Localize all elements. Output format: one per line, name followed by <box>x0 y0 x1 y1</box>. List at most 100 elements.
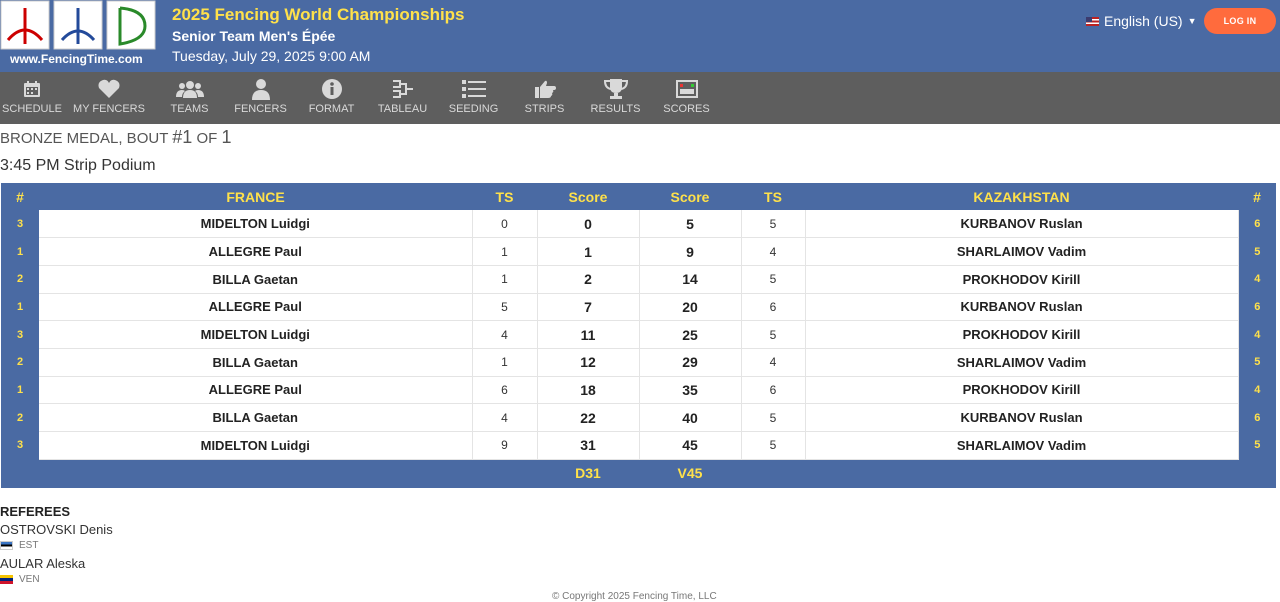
right-fencer-number: 5 <box>1254 245 1261 258</box>
scoreboard-icon <box>675 78 699 100</box>
left-touches: 6 <box>472 376 538 405</box>
left-touches: 9 <box>472 431 538 460</box>
right-fencer-name[interactable]: KURBANOV Ruslan <box>805 210 1239 239</box>
left-fencer-number: 3 <box>16 439 24 452</box>
right-touches: 5 <box>741 320 806 349</box>
event-title: 2025 Fencing World Championships <box>172 5 465 24</box>
copyright: © Copyright 2025 Fencing Time, LLC <box>552 591 717 602</box>
table-row: 3 MIDELTON Luidgi 9 31 45 5 SHARLAIMOV Vadim 5 <box>1 431 1276 460</box>
left-score: 0 <box>537 210 640 239</box>
referee-country: VEN <box>0 574 40 585</box>
right-fencer-number: 6 <box>1254 300 1261 313</box>
venezuela-flag-icon <box>0 575 13 584</box>
nav-tableau[interactable]: Tableau <box>367 72 438 124</box>
left-score: 18 <box>537 376 640 405</box>
right-fencer-name[interactable]: SHARLAIMOV Vadim <box>805 237 1239 266</box>
info-icon <box>321 78 343 100</box>
left-fencer-number: 3 <box>16 217 24 230</box>
right-touches: 4 <box>741 348 806 377</box>
header-score-left: Score <box>568 188 608 205</box>
list-icon <box>461 78 486 100</box>
chevron-down-icon: ▼ <box>1187 16 1197 26</box>
right-fencer-name[interactable]: PROKHODOV Kirill <box>805 376 1239 405</box>
left-fencer-name[interactable]: MIDELTON Luidgi <box>39 431 473 460</box>
left-score: 12 <box>537 348 640 377</box>
pointing-hand-icon <box>533 78 557 100</box>
right-fencer-number: 4 <box>1254 273 1261 286</box>
right-score: 29 <box>639 348 742 377</box>
table-row: 2 BILLA Gaetan 4 22 40 5 KURBANOV Ruslan 6 <box>1 403 1276 432</box>
left-fencer-name[interactable]: ALLEGRE Paul <box>39 293 473 322</box>
header-ts-right: TS <box>764 188 782 205</box>
right-fencer-name[interactable]: KURBANOV Ruslan <box>805 293 1239 322</box>
right-score: 35 <box>639 376 742 405</box>
referees-heading: REFEREES <box>0 504 71 519</box>
right-fencer-name[interactable]: PROKHODOV Kirill <box>805 320 1239 349</box>
left-fencer-name[interactable]: MIDELTON Luidgi <box>39 320 473 349</box>
right-fencer-number: 4 <box>1254 383 1261 396</box>
header: www.FencingTime.com 2025 Fencing World C… <box>0 0 1280 72</box>
logo-tiles-icon <box>0 0 156 50</box>
bout-time-strip: 3:45 PM Strip Podium <box>0 157 156 174</box>
left-fencer-name[interactable]: ALLEGRE Paul <box>39 376 473 405</box>
estonia-flag-icon <box>0 541 13 550</box>
language-label: English (US) <box>1104 13 1183 29</box>
table-row: 2 BILLA Gaetan 1 2 14 5 PROKHODOV Kirill 4 <box>1 265 1276 294</box>
left-fencer-number: 2 <box>16 411 24 424</box>
logo-url: www.FencingTime.com <box>10 52 143 66</box>
right-score: 45 <box>639 431 742 460</box>
left-touches: 1 <box>472 348 538 377</box>
login-button[interactable]: LOG IN <box>1204 8 1276 34</box>
referee-country: EST <box>0 540 38 551</box>
nav-my-fencers[interactable]: My Fencers <box>64 72 154 124</box>
left-fencer-number: 1 <box>16 245 24 258</box>
right-touches: 5 <box>741 431 806 460</box>
referee-name[interactable]: AULAR Aleska <box>0 556 85 571</box>
left-score: 11 <box>537 320 640 349</box>
right-touches: 6 <box>741 293 806 322</box>
header-score-right: Score <box>670 188 710 205</box>
right-fencer-name[interactable]: PROKHODOV Kirill <box>805 265 1239 294</box>
referee-name[interactable]: OSTROVSKI Denis <box>0 522 113 537</box>
language-selector[interactable]: English (US) ▼ <box>1086 13 1197 29</box>
right-fencer-number: 4 <box>1254 328 1261 341</box>
nav-strips[interactable]: Strips <box>509 72 580 124</box>
right-fencer-name[interactable]: SHARLAIMOV Vadim <box>805 431 1239 460</box>
nav-results[interactable]: Results <box>580 72 651 124</box>
nav-schedule[interactable]: Schedule <box>0 72 64 124</box>
nav-teams[interactable]: Teams <box>154 72 225 124</box>
header-team-left[interactable]: FRANCE <box>39 183 472 210</box>
left-fencer-name[interactable]: BILLA Gaetan <box>39 348 473 377</box>
header-team-right[interactable]: KAZAKHSTAN <box>805 183 1238 210</box>
nav-format[interactable]: Format <box>296 72 367 124</box>
fencingtime-logo[interactable]: www.FencingTime.com <box>0 0 160 70</box>
table-final-row: D31 V45 <box>1 459 1276 487</box>
right-touches: 5 <box>741 265 806 294</box>
final-score-left: D31 <box>575 465 601 482</box>
left-touches: 1 <box>472 237 538 266</box>
table-header-row: # FRANCE TS Score Score TS KAZAKHSTAN # <box>1 183 1276 210</box>
right-touches: 6 <box>741 376 806 405</box>
calendar-icon <box>22 78 42 100</box>
left-fencer-number: 1 <box>16 383 24 396</box>
left-fencer-name[interactable]: BILLA Gaetan <box>39 403 473 432</box>
nav-seeding[interactable]: Seeding <box>438 72 509 124</box>
right-score: 9 <box>639 237 742 266</box>
event-subtitle: Senior Team Men's Épée <box>172 28 336 44</box>
final-score-right: V45 <box>677 465 703 482</box>
right-fencer-name[interactable]: SHARLAIMOV Vadim <box>805 348 1239 377</box>
right-touches: 4 <box>741 237 806 266</box>
table-row: 2 BILLA Gaetan 1 12 29 4 SHARLAIMOV Vadim 5 <box>1 348 1276 377</box>
left-score: 1 <box>537 237 640 266</box>
left-fencer-number: 2 <box>16 356 24 369</box>
left-touches: 4 <box>472 403 538 432</box>
left-fencer-name[interactable]: BILLA Gaetan <box>39 265 473 294</box>
nav-fencers[interactable]: Fencers <box>225 72 296 124</box>
nav-scores[interactable]: Scores <box>651 72 722 124</box>
right-score: 5 <box>639 210 742 239</box>
left-fencer-name[interactable]: MIDELTON Luidgi <box>39 210 473 239</box>
left-score: 2 <box>537 265 640 294</box>
right-fencer-name[interactable]: KURBANOV Ruslan <box>805 403 1239 432</box>
left-fencer-name[interactable]: ALLEGRE Paul <box>39 237 473 266</box>
trophy-icon <box>603 78 629 100</box>
